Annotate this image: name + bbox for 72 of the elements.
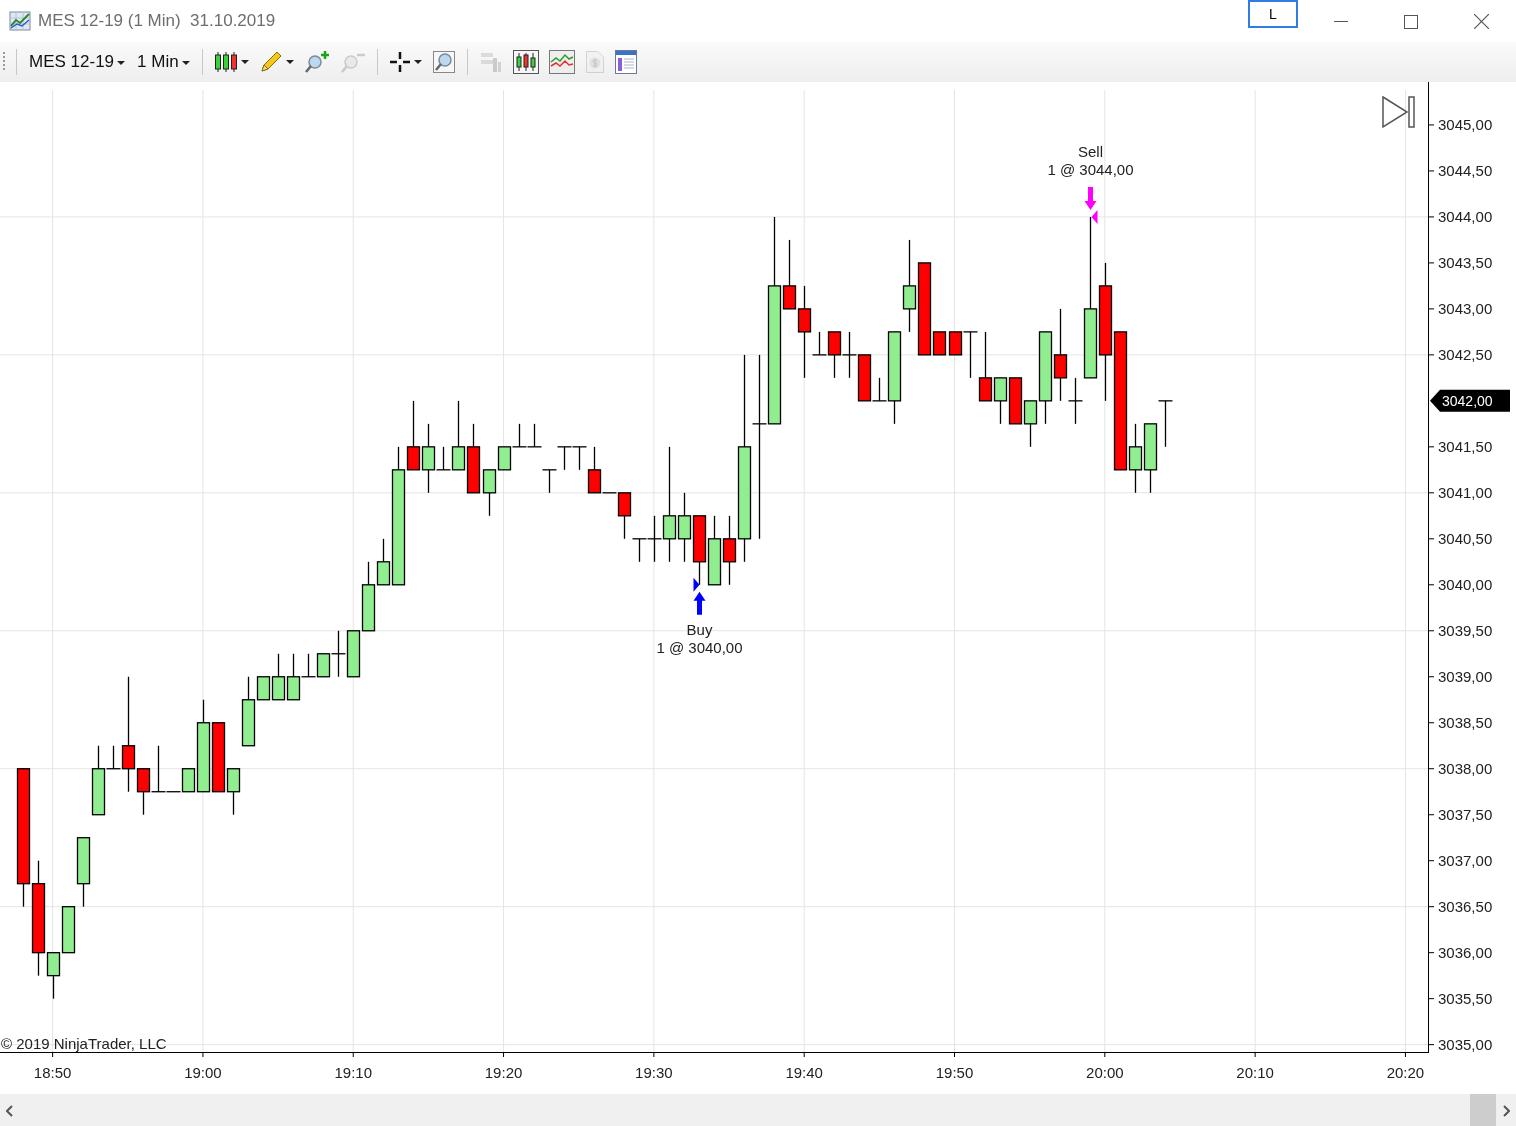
price-axis-label: 3037,50: [1438, 805, 1493, 823]
candlestick: [511, 423, 528, 448]
last-price-label: 3042,00: [1430, 389, 1510, 412]
time-axis-label: 18:50: [33, 1064, 72, 1081]
price-axis-label: 3044,00: [1438, 207, 1493, 225]
zoom-in-icon: [303, 50, 330, 74]
time-axis-label: 19:10: [334, 1064, 372, 1081]
time-axis-label: 19:40: [785, 1064, 823, 1081]
price-axis-label: 3042,50: [1438, 345, 1493, 363]
pencil-icon: [258, 50, 283, 74]
execution-marker: [693, 577, 700, 592]
trade-label: Sell: [1078, 142, 1103, 160]
price-axis-label: 3035,50: [1438, 989, 1493, 1007]
crosshair-icon: [388, 51, 411, 73]
candlestick: [707, 515, 722, 586]
price-axis-label: 3044,50: [1438, 161, 1493, 179]
maximize-icon: [1404, 14, 1418, 29]
search-icon: [431, 50, 456, 74]
instrument-dropdown[interactable]: MES 12-19: [25, 49, 130, 75]
price-axis-label: 3035,00: [1438, 1035, 1493, 1053]
price-axis-label: 3041,50: [1438, 437, 1493, 455]
price-axis-label: 3040,00: [1438, 575, 1493, 593]
candlestick: [526, 423, 543, 448]
candlestick: [841, 331, 858, 379]
candlestick-chart-icon: [213, 50, 238, 74]
execution-marker: [1091, 209, 1098, 224]
interval-dropdown[interactable]: 1 Min: [133, 49, 194, 75]
bars-icon: [478, 50, 503, 74]
time-axis-label: 19:00: [184, 1064, 222, 1081]
scroll-to-end-icon[interactable]: [1382, 95, 1415, 129]
dollar-document-icon: [584, 50, 605, 74]
time-axis-label: 20:20: [1386, 1064, 1425, 1081]
price-axis-label: 3038,50: [1438, 713, 1493, 731]
price-axis-label: 3038,00: [1438, 759, 1493, 777]
time-axis-label: 19:20: [484, 1064, 523, 1081]
time-axis-label: 20:00: [1086, 1064, 1124, 1081]
chart-app-icon: [9, 11, 31, 31]
chevron-right-icon: [1502, 1104, 1510, 1117]
price-axis-label: 3039,00: [1438, 667, 1493, 685]
chevron-left-icon: [6, 1104, 14, 1117]
candlestick-chart-icon: [512, 50, 539, 74]
line-chart-icon: [548, 50, 575, 74]
candlestick: [556, 446, 573, 471]
window-icon: [614, 50, 637, 74]
link-button[interactable]: L: [1248, 0, 1298, 28]
price-axis-label: 3036,50: [1438, 897, 1493, 915]
down-arrow-icon: [1084, 186, 1097, 210]
trade-detail: 1 @ 3040,00: [656, 638, 743, 656]
price-axis-label: 3043,50: [1438, 253, 1493, 271]
close-icon: [1473, 14, 1489, 30]
candlestick: [1008, 377, 1023, 425]
price-axis-label: 3037,00: [1438, 851, 1493, 869]
trade-label: Buy: [686, 620, 713, 638]
price-axis-label: 3045,00: [1438, 115, 1493, 133]
caret-icon: [181, 60, 190, 65]
time-axis-label: 19:50: [935, 1064, 974, 1081]
price-axis-label: 3036,00: [1438, 943, 1493, 961]
price-axis-label: 3041,00: [1438, 483, 1493, 501]
price-axis-label: 3039,50: [1438, 621, 1493, 639]
price-axis-label: 3043,00: [1438, 299, 1493, 317]
toolbar-grip-icon[interactable]: [2, 51, 6, 73]
window-title: MES 12-19 (1 Min) 31.10.2019: [38, 10, 276, 33]
time-axis-label: 20:10: [1236, 1064, 1274, 1081]
time-axis-label: 19:30: [635, 1064, 673, 1081]
caret-icon: [117, 60, 126, 65]
trade-detail: 1 @ 3044,00: [1047, 160, 1134, 178]
scrollbar-thumb[interactable]: [1470, 1094, 1496, 1126]
price-axis-label: 3040,50: [1438, 529, 1493, 547]
copyright-text: © 2019 NinjaTrader, LLC: [1, 1035, 167, 1052]
minimize-icon: [1334, 20, 1348, 23]
candlestick: [541, 469, 558, 494]
candlestick: [692, 515, 707, 586]
